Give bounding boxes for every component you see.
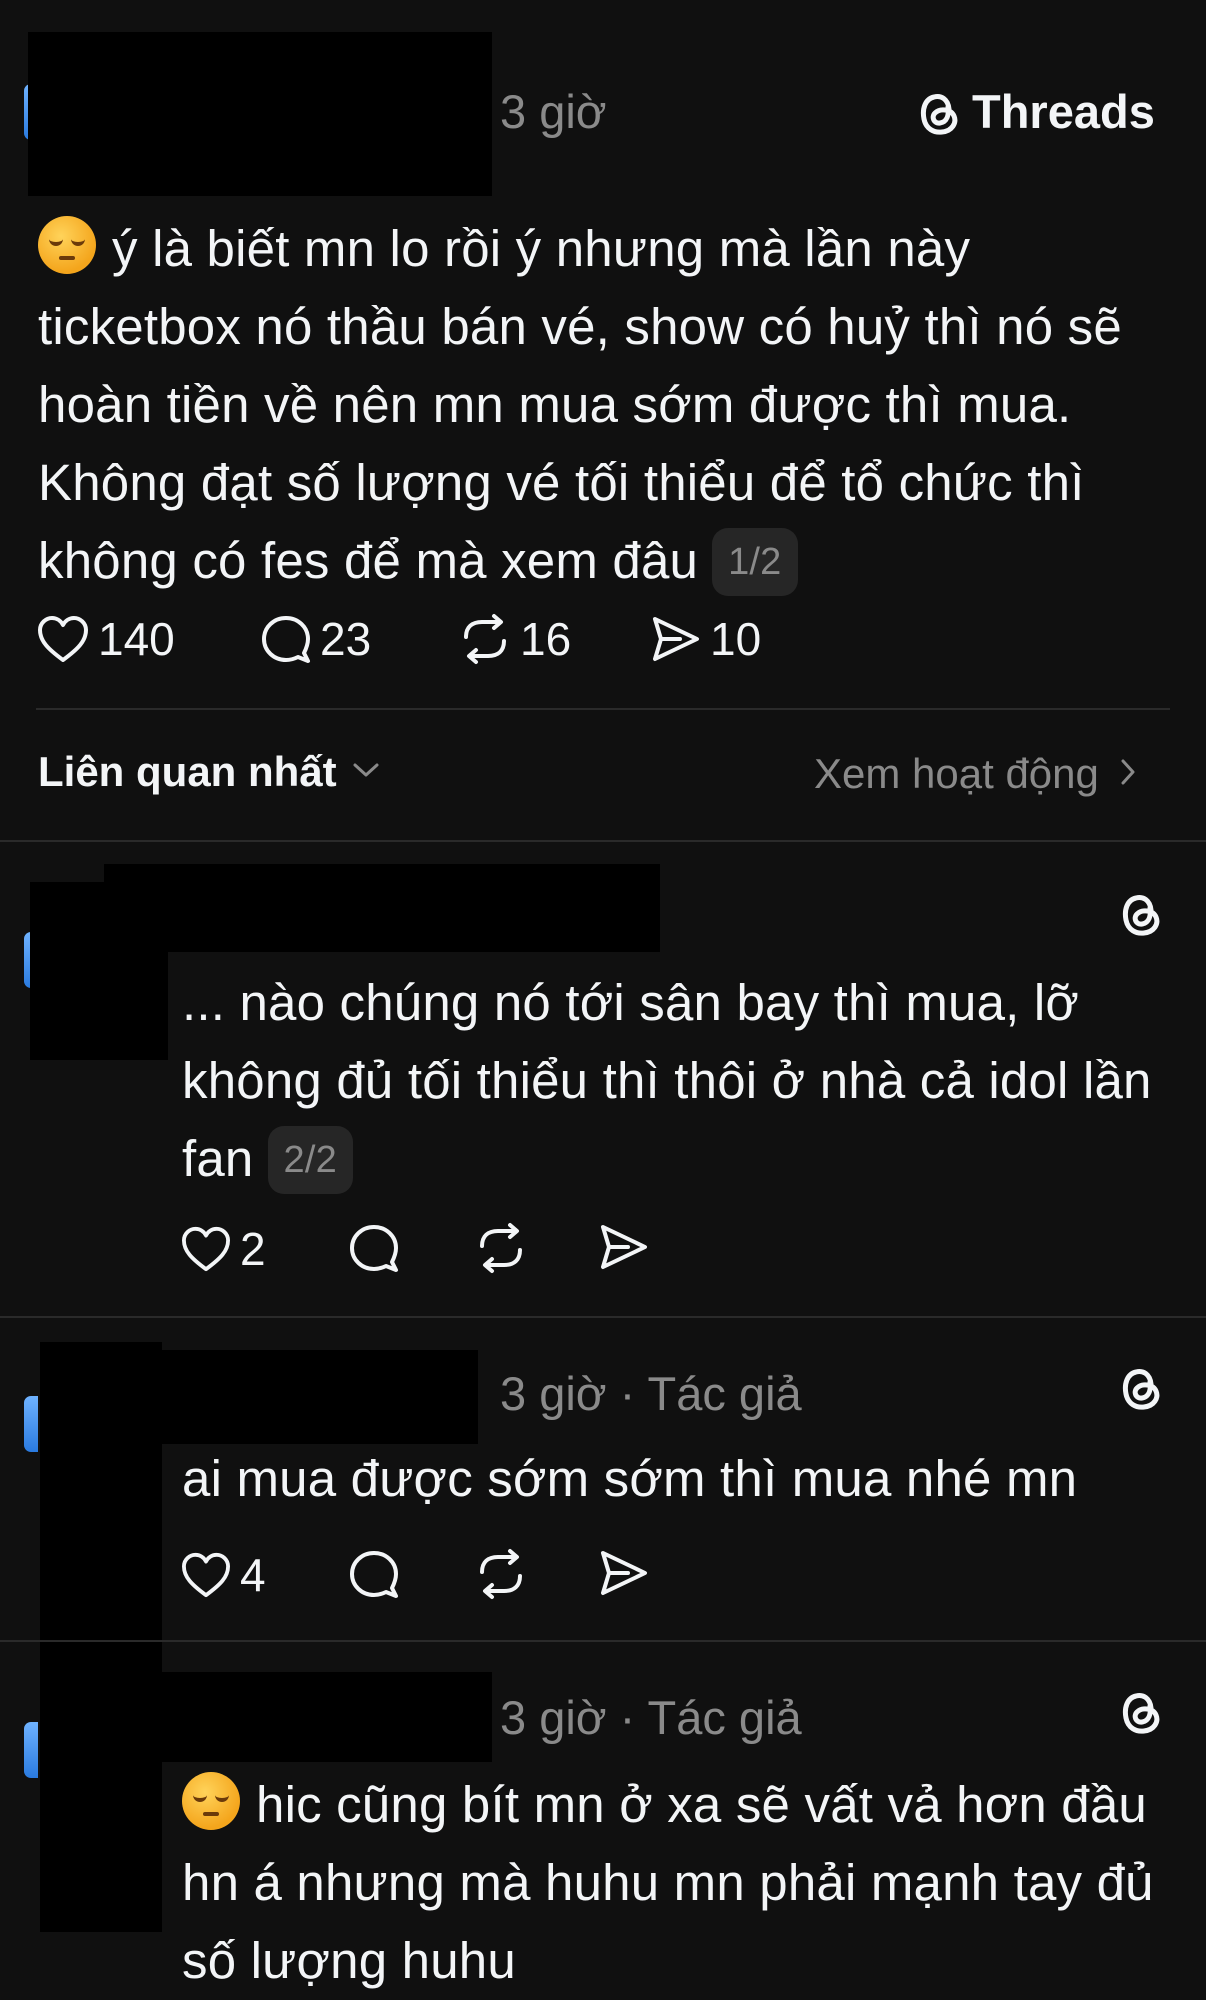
reply-meta: 3 giờ · Tác giả xyxy=(500,1367,802,1420)
share-button[interactable]: 10 xyxy=(650,612,761,666)
reply-body: ai mua được sớm sớm thì mua nhé mn xyxy=(182,1440,1178,1518)
chevron-down-icon xyxy=(351,760,381,785)
sort-dropdown[interactable]: Liên quan nhất xyxy=(38,748,381,796)
repost-button[interactable] xyxy=(474,1222,528,1274)
redacted-avatar xyxy=(30,882,168,1060)
redacted-username xyxy=(28,32,492,196)
like-button[interactable]: 2 xyxy=(180,1222,266,1276)
avatar[interactable] xyxy=(24,1396,38,1452)
threads-icon[interactable] xyxy=(1118,1686,1164,1736)
view-activity-label: Xem hoạt động xyxy=(814,750,1099,797)
pensive-face-icon xyxy=(38,216,96,274)
share-count: 10 xyxy=(710,613,762,665)
reply-button[interactable]: 23 xyxy=(260,612,371,666)
repost-icon xyxy=(458,613,512,665)
reply-text: hic cũng bít mn ở xa sẽ vất vả hơn đầu h… xyxy=(182,1776,1154,1989)
comment-icon xyxy=(260,613,312,665)
threads-icon[interactable] xyxy=(1118,1362,1164,1412)
like-count: 4 xyxy=(240,1549,266,1601)
pensive-face-icon xyxy=(182,1772,240,1830)
page-badge: 2/2 xyxy=(267,1126,353,1194)
threads-label: Threads xyxy=(972,85,1155,138)
post-divider xyxy=(36,708,1170,710)
threads-icon[interactable] xyxy=(1118,888,1164,938)
send-icon xyxy=(598,1222,650,1272)
redacted-avatar xyxy=(40,1662,162,1932)
view-activity-link[interactable]: Xem hoạt động xyxy=(814,750,1137,798)
post-text: ý là biết mn lo rồi ý nhưng mà lần này t… xyxy=(38,220,1122,589)
repost-button[interactable]: 16 xyxy=(458,612,571,666)
share-button[interactable] xyxy=(598,1222,650,1272)
sort-label: Liên quan nhất xyxy=(38,748,337,795)
repost-button[interactable] xyxy=(474,1548,528,1600)
reply-button[interactable] xyxy=(348,1548,400,1600)
page-badge: 1/2 xyxy=(712,528,798,596)
avatar[interactable] xyxy=(24,1722,38,1778)
like-count: 2 xyxy=(240,1223,266,1275)
share-button[interactable] xyxy=(598,1548,650,1598)
reply-body: ... nào chúng nó tới sân bay thì mua, lỡ… xyxy=(182,964,1178,1198)
heart-icon xyxy=(180,1551,232,1599)
like-button[interactable]: 140 xyxy=(36,612,175,666)
heart-icon xyxy=(180,1225,232,1273)
repost-icon xyxy=(474,1222,528,1274)
repost-count: 16 xyxy=(520,613,572,665)
reply-meta: 3 giờ · Tác giả xyxy=(500,1691,802,1744)
redacted-username xyxy=(162,1672,492,1762)
post-timestamp: 3 giờ xyxy=(500,85,607,138)
reply-divider xyxy=(0,1640,1206,1642)
redacted-username xyxy=(104,864,660,952)
threads-brand[interactable]: Threads xyxy=(916,84,1155,139)
reply-body: hic cũng bít mn ở xa sẽ vất vả hơn đầu h… xyxy=(182,1766,1178,2000)
send-icon xyxy=(598,1548,650,1598)
reply-count: 23 xyxy=(320,613,372,665)
threads-icon xyxy=(916,87,962,137)
post-body: ý là biết mn lo rồi ý nhưng mà lần này t… xyxy=(38,210,1178,600)
like-button[interactable]: 4 xyxy=(180,1548,266,1602)
section-divider xyxy=(0,840,1206,842)
repost-icon xyxy=(474,1548,528,1600)
reply-button[interactable] xyxy=(348,1222,400,1274)
reply-text: ai mua được sớm sớm thì mua nhé mn xyxy=(182,1450,1078,1507)
chevron-right-icon xyxy=(1119,757,1137,792)
send-icon xyxy=(650,614,702,664)
heart-icon xyxy=(36,614,90,664)
comment-icon xyxy=(348,1222,400,1274)
like-count: 140 xyxy=(98,613,175,665)
comment-icon xyxy=(348,1548,400,1600)
reply-divider xyxy=(0,1316,1206,1318)
redacted-username xyxy=(162,1350,478,1444)
